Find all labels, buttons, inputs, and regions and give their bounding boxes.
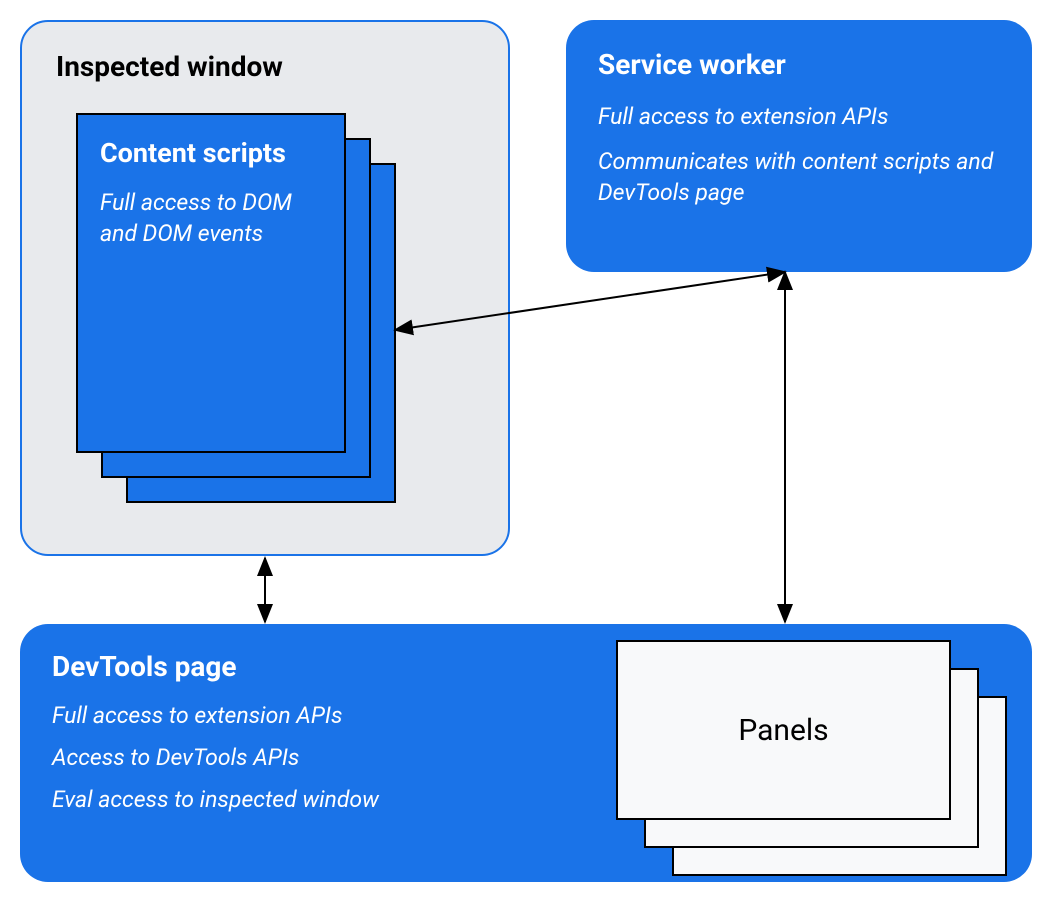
inspected-window-title: Inspected window	[56, 50, 474, 83]
inspected-window-box: Inspected window Content scripts Full ac…	[20, 20, 510, 556]
content-scripts-title: Content scripts	[100, 137, 322, 171]
content-scripts-desc: Full access to DOM and DOM events	[100, 187, 322, 249]
service-worker-line2: Communicates with content scripts and De…	[598, 146, 1000, 208]
service-worker-title: Service worker	[598, 48, 1000, 81]
service-worker-box: Service worker Full access to extension …	[566, 20, 1032, 272]
content-scripts-card-front: Content scripts Full access to DOM and D…	[76, 113, 346, 453]
content-scripts-stack: Content scripts Full access to DOM and D…	[76, 113, 386, 513]
panel-card-front: Panels	[616, 640, 951, 820]
service-worker-line1: Full access to extension APIs	[598, 101, 1000, 132]
panels-label: Panels	[738, 713, 828, 748]
panels-stack: Panels	[616, 640, 1016, 880]
